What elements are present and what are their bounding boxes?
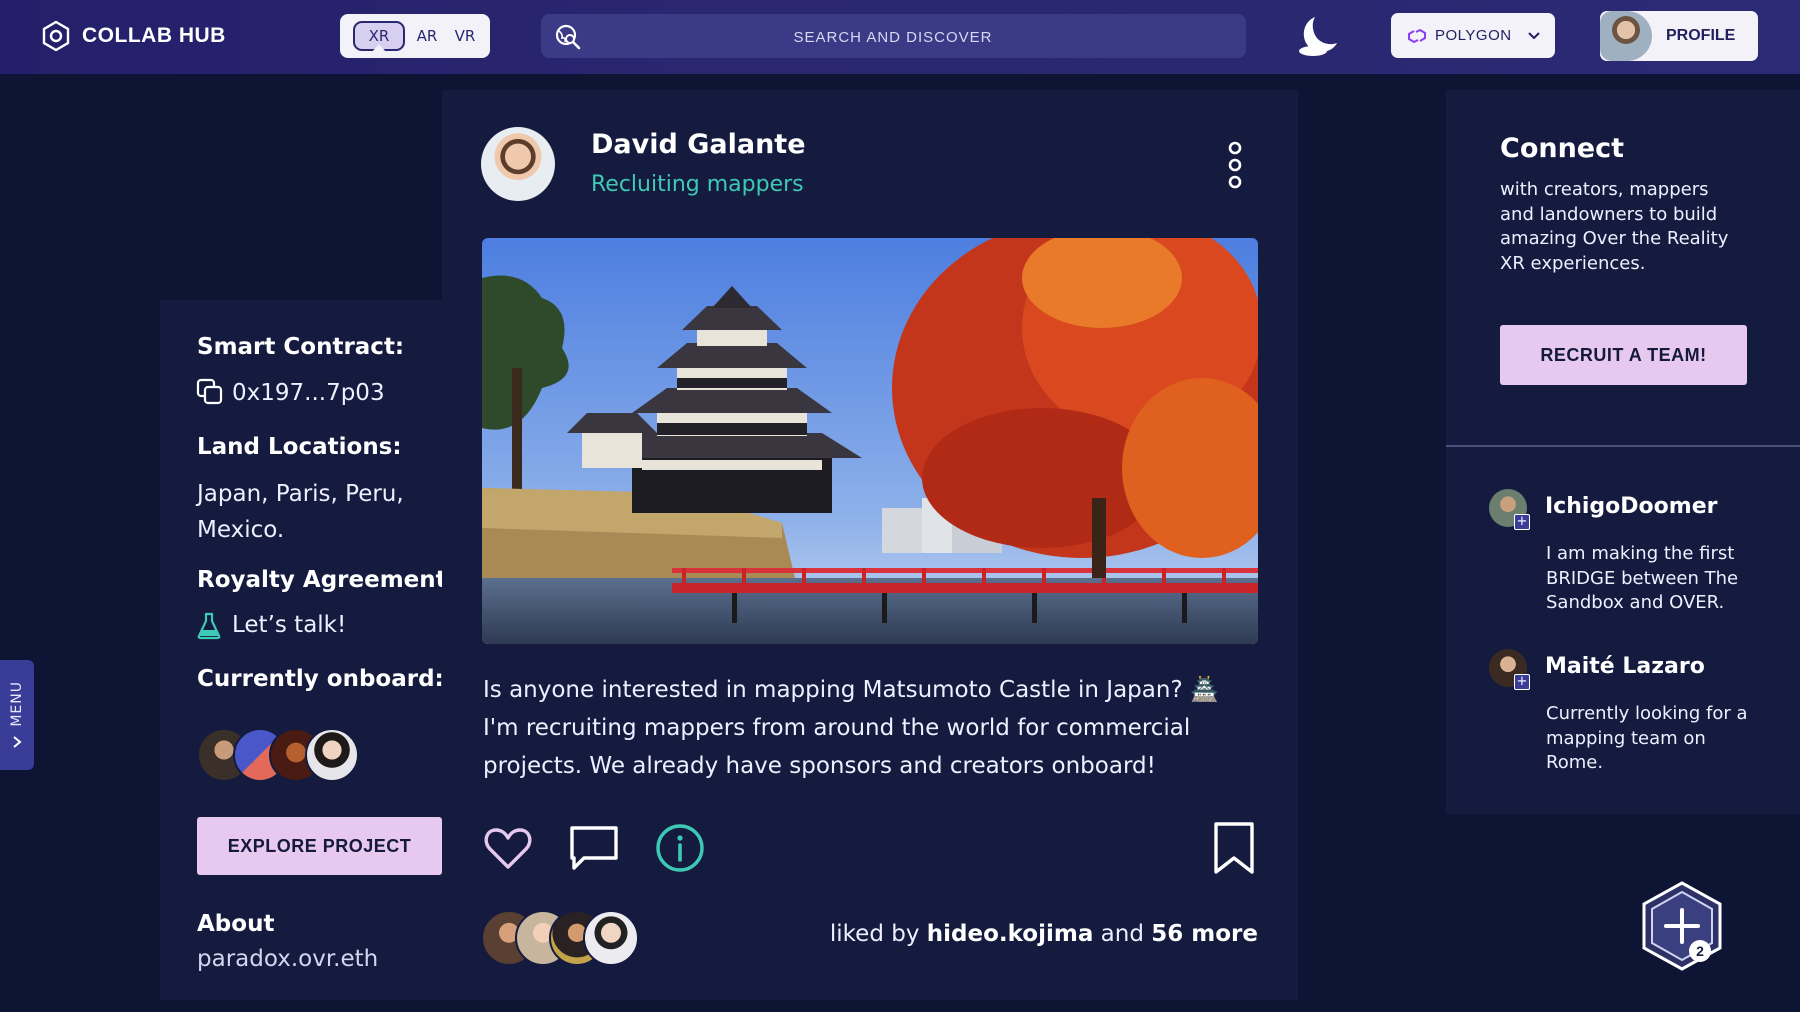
profile-label: PROFILE xyxy=(1666,27,1736,44)
suggestion-text: I am making the first BRIDGE between The… xyxy=(1546,543,1739,613)
fab-badge: 2 xyxy=(1696,943,1704,959)
moon-icon[interactable] xyxy=(1293,13,1339,59)
more-vertical-icon[interactable] xyxy=(1222,140,1248,190)
side-menu-toggle[interactable]: MENU xyxy=(0,660,34,770)
currently-onboard-label: Currently onboard: xyxy=(197,666,444,692)
royalty-agreements-value: Let’s talk! xyxy=(232,612,347,638)
hexagon-logo-icon xyxy=(42,20,70,52)
post-author[interactable]: David Galante xyxy=(591,129,806,160)
land-locations-value: Japan, Paris, Peru, Mexico. xyxy=(197,481,404,543)
post-image[interactable] xyxy=(482,238,1258,644)
royalty-agreements-label: Royalty Agreements: xyxy=(197,567,470,593)
copy-icon[interactable] xyxy=(196,378,224,406)
top-bar: COLLAB HUB XR AR VR POLYGON PROFILE xyxy=(0,0,1800,74)
network-label: POLYGON xyxy=(1435,27,1512,44)
mode-ar-button[interactable]: AR xyxy=(411,27,443,45)
avatar xyxy=(305,728,359,782)
connect-title: Connect xyxy=(1500,133,1625,164)
bookmark-icon[interactable] xyxy=(1206,820,1262,876)
recruit-team-button[interactable]: RECRUIT A TEAM! xyxy=(1500,325,1747,385)
hex-plus-icon[interactable]: 2 xyxy=(1640,880,1724,972)
avatar xyxy=(583,910,639,966)
divider xyxy=(1446,445,1800,447)
heart-icon[interactable] xyxy=(480,820,536,876)
mode-xr-button[interactable]: XR xyxy=(353,21,405,51)
castle-illustration xyxy=(482,238,1258,644)
avatar[interactable] xyxy=(481,127,555,201)
app-logo[interactable]: COLLAB HUB xyxy=(40,20,226,52)
about-label: About xyxy=(197,911,275,937)
mode-vr-button[interactable]: VR xyxy=(449,27,481,45)
chevron-right-icon xyxy=(13,736,22,748)
land-locations-label: Land Locations: xyxy=(197,434,402,460)
suggestion-text: Currently looking for a mapping team on … xyxy=(1546,703,1748,773)
search-input[interactable] xyxy=(591,14,1195,60)
smart-contract-value[interactable]: 0x197...7p03 xyxy=(232,380,385,406)
explore-project-button[interactable]: EXPLORE PROJECT xyxy=(197,817,442,875)
liked-by-more[interactable]: 56 more xyxy=(1151,921,1258,947)
avatar xyxy=(1600,11,1652,61)
post-text: Is anyone interested in mapping Matsumot… xyxy=(483,677,1219,779)
add-user-icon[interactable]: + xyxy=(1514,514,1530,530)
app-title: COLLAB HUB xyxy=(82,24,226,47)
mode-xr-label: XR xyxy=(368,27,390,45)
post-subtitle: Recluiting mappers xyxy=(591,172,804,197)
side-menu-label: MENU xyxy=(9,681,25,727)
connect-text: with creators, mappers and landowners to… xyxy=(1500,179,1729,274)
liked-by-prefix: liked by xyxy=(829,921,920,947)
comment-icon[interactable] xyxy=(566,820,622,876)
liker-avatars[interactable] xyxy=(481,910,639,966)
chevron-down-icon xyxy=(1528,31,1540,39)
polygon-link-icon xyxy=(1408,28,1426,43)
flask-icon xyxy=(197,612,221,640)
smart-contract-label: Smart Contract: xyxy=(197,334,405,360)
search-bar xyxy=(541,14,1246,60)
profile-button[interactable]: PROFILE xyxy=(1600,11,1758,61)
mode-switch: XR AR VR xyxy=(340,14,490,58)
liked-by-user[interactable]: hideo.kojima xyxy=(927,921,1094,947)
onboard-avatars[interactable] xyxy=(197,728,359,782)
suggestion-name[interactable]: IchigoDoomer xyxy=(1545,494,1717,519)
network-dropdown[interactable]: POLYGON xyxy=(1391,13,1555,58)
add-user-icon[interactable]: + xyxy=(1514,674,1530,690)
suggestion-name[interactable]: Maité Lazaro xyxy=(1545,654,1705,679)
info-icon[interactable] xyxy=(652,820,708,876)
liked-by-and: and xyxy=(1100,921,1144,947)
about-value[interactable]: paradox.ovr.eth xyxy=(197,946,378,972)
liked-by-text: liked by hideo.kojima and 56 more xyxy=(830,921,1258,947)
search-globe-icon[interactable] xyxy=(553,22,583,52)
